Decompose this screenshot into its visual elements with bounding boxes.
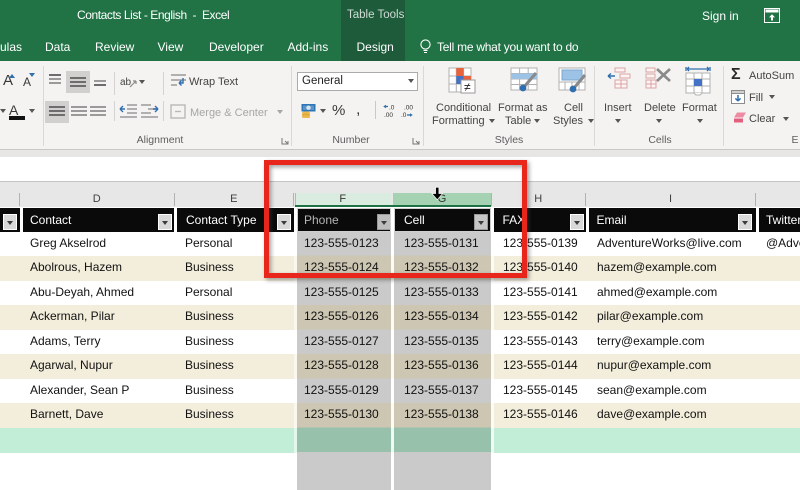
svg-text:.00: .00: [384, 112, 393, 118]
svg-text:.0: .0: [401, 112, 407, 118]
svg-text:.00: .00: [404, 105, 413, 112]
svg-text:≠: ≠: [464, 80, 471, 94]
svg-text:.0: .0: [389, 105, 395, 112]
